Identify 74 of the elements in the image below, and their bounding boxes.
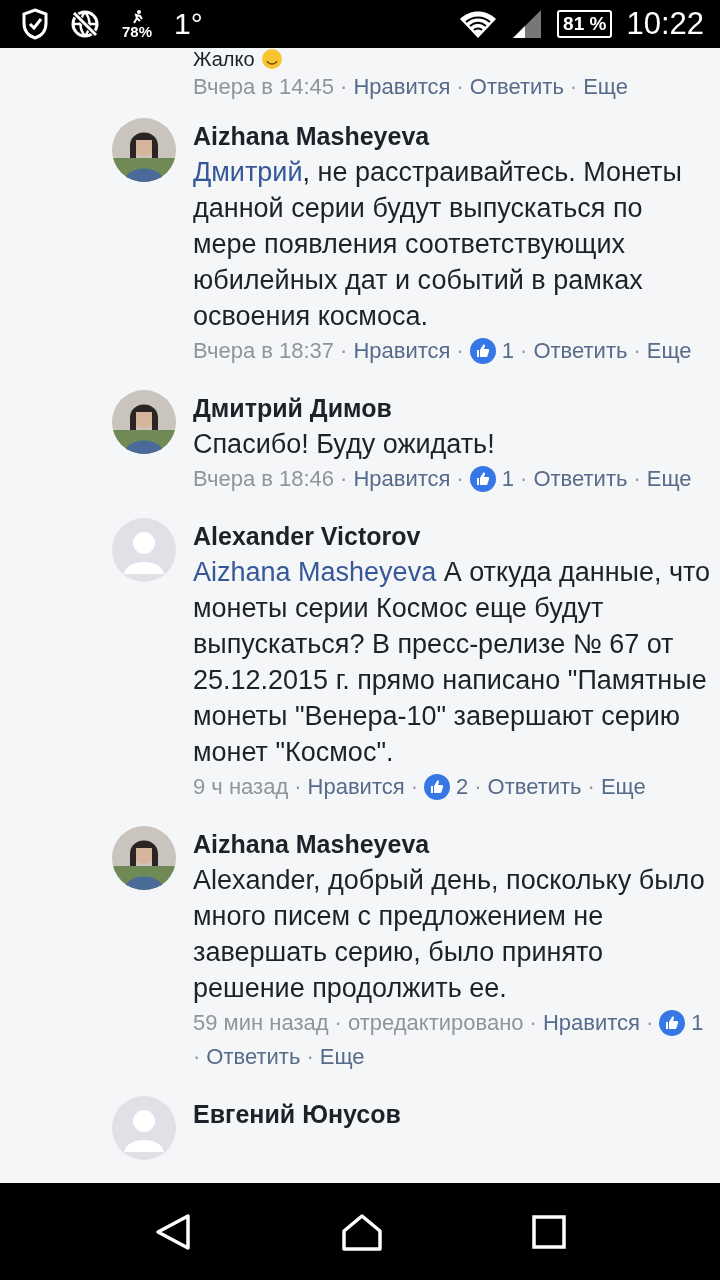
separator: · [456,465,464,493]
separator: · [633,337,641,365]
wifi-icon [459,9,498,39]
separator: · [529,1009,537,1037]
signal-icon [511,9,544,39]
action-link[interactable]: Еще [646,334,692,368]
separator: · [410,773,418,801]
separator: · [456,73,464,101]
action-link[interactable]: Ответить [487,770,582,804]
action-link[interactable]: Нравится [542,1006,640,1040]
runner-icon [130,9,144,24]
like-count: 2 [455,773,469,801]
action-link[interactable]: Нравится [353,462,451,496]
separator: · [645,1009,654,1037]
action-link[interactable]: Ответить [206,1040,301,1074]
recents-icon[interactable] [531,1214,566,1249]
comment-text: Alexander, добрый день, поскольку было много писем с предложением не завершать серию, было принято решение продолжить ее. [193,864,706,1005]
separator: · [340,337,348,365]
shield-check-icon [22,8,48,40]
author-name[interactable]: Дмитрий Димов [193,390,392,426]
timestamp: Вчера в 18:46 [193,465,335,493]
clock: 10:22 [626,6,704,42]
back-icon[interactable] [154,1212,193,1251]
separator: · [340,465,348,493]
timestamp: 9 ч назад [193,773,289,801]
author-name[interactable]: Aizhana Masheyeva [193,118,430,154]
separator: · [193,1043,201,1071]
thumbs-up-icon [423,774,450,800]
separator: · [520,337,528,365]
action-link[interactable]: Нравится [307,770,405,804]
timestamp: отредактировано [347,1009,524,1037]
like-count: 1 [501,337,515,365]
home-icon[interactable] [341,1212,383,1251]
mention-link[interactable]: Дмитрий [193,157,303,187]
action-link[interactable]: Ответить [533,462,628,496]
separator: · [474,773,482,801]
action-link[interactable]: Ответить [533,334,628,368]
action-link[interactable]: Нравится [353,70,451,104]
separator: · [456,337,464,365]
timestamp: 59 мин назад [193,1009,329,1037]
comment-text: Aizhana Masheyeva А откуда данные, что монеты серии Космос еще будут выпускаться? В пресс-релизе № 67 от 25.12.2015 г. прямо написано "Памятные монеты "Венера-10" завершают серию монет "Космос". [193,556,712,769]
separator: · [569,73,578,101]
smiley-icon [260,48,283,70]
timestamp: Вчера в 14:45 [193,73,335,101]
thumbs-up-icon [469,466,496,492]
separator: · [294,773,302,801]
action-link[interactable]: Еще [319,1040,365,1074]
timestamp: Вчера в 18:37 [193,337,335,365]
action-link[interactable]: Нравится [353,334,451,368]
separator: · [306,1043,314,1071]
action-link[interactable]: Еще [600,770,646,804]
mention-link[interactable]: Aizhana Masheyeva [193,557,437,587]
like-count: 1 [691,1009,704,1037]
separator: · [520,465,528,493]
globe-off-icon [70,9,100,39]
comment-text: Дмитрий, не расстраивайтесь. Монеты данной серии будут выпускаться по мере появления соответствующих юбилейных дат и событий в рамках освоения космоса. [193,156,683,333]
action-link[interactable]: Еще [583,70,628,104]
comment-text: Спасибо! Буду ожидать! [193,428,495,461]
data-saver-percent: 78% [122,23,153,39]
separator: · [587,773,595,801]
comment-text: Жалко [193,48,255,70]
thumbs-up-icon [659,1010,686,1036]
separator: · [334,1009,342,1037]
author-name[interactable]: Евгений Юнусов [193,1096,401,1132]
separator: · [340,73,348,101]
author-name[interactable]: Alexander Victorov [193,518,421,554]
temperature: 1° [174,7,203,41]
author-name[interactable]: Aizhana Masheyeva [193,826,430,862]
like-count: 1 [501,465,515,493]
battery-percent: 81 % [563,13,607,34]
action-link[interactable]: Ответить [469,70,564,104]
separator: · [633,465,641,493]
action-link[interactable]: Еще [646,462,692,496]
thumbs-up-icon [469,338,496,364]
